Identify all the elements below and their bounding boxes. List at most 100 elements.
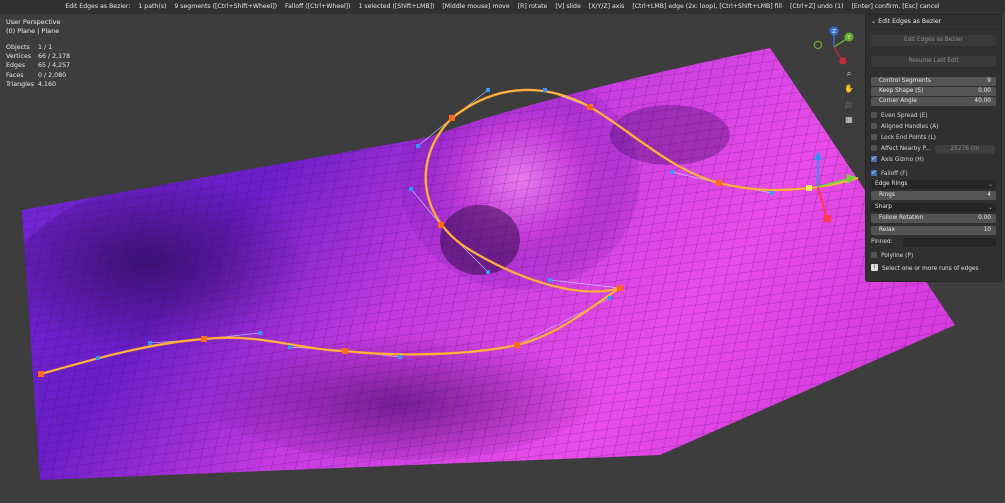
stat-row: Objects 1 / 1 [6,43,70,52]
checkbox-icon [871,111,877,118]
stat-row: Triangles 4,160 [6,80,70,89]
status-slide: [V] slide [555,3,581,10]
control-point [716,180,722,186]
control-point [201,336,207,342]
collapse-icon[interactable]: ⌄ [871,18,876,25]
even-spread-checkbox[interactable]: Even Spread (E) [871,111,928,121]
z-axis-label: Z [832,29,836,35]
viewport-info: User Perspective (0) Plane | Plane [6,18,61,36]
status-axis: [X/Y/Z] axis [588,3,625,10]
stat-value: 65 / 4,257 [38,62,71,70]
view-mode-label: User Perspective [6,18,61,26]
field-label: Rings [879,192,896,198]
panel-header[interactable]: ⌄ Edit Edges as Bezier [866,15,1001,30]
polyline-checkbox[interactable]: Polyline (P) [871,251,914,261]
rings-field[interactable]: Rings 4 [871,191,996,200]
y-axis-label: Y [846,35,851,41]
pinned-label: Pinned: [871,239,893,245]
falloff-shape-dropdown[interactable]: Sharp ⌄ [871,203,996,212]
info-text: Select one or more runs of edges [882,266,979,272]
checkbox-icon [871,168,877,177]
checkbox-label: Affect Nearby P... [881,146,931,152]
checkbox-label: Even Spread (E) [881,113,928,119]
status-edge: [Ctrl+LMB] edge (2x: loop), [Ctrl+Shift+… [632,3,783,10]
field-value: 0.00 [978,215,991,221]
resume-last-edit-button[interactable]: Resume Last Edit [871,56,996,67]
control-point [438,222,444,228]
checkbox-icon [871,133,877,140]
affect-nearby-checkbox[interactable]: Affect Nearby P... [871,144,931,154]
active-object-label: (0) Plane | Plane [6,27,60,35]
aligned-handles-checkbox[interactable]: Aligned Handles (A) [871,122,939,132]
stat-label: Triangles [6,80,35,88]
checkbox-icon [871,251,877,258]
pinned-field[interactable] [903,238,996,247]
stat-label: Faces [6,71,24,79]
statistics-overlay: Objects 1 / 1 Vertices 66 / 2,178 Edges 65 … [6,43,70,89]
stat-label: Edges [6,62,26,70]
dropdown-value: Edge Rings [875,181,908,187]
edit-edges-button[interactable]: Edit Edges as Bezier [871,35,996,46]
control-point [587,104,593,110]
field-label: Relax [879,227,895,233]
stat-label: Vertices [6,53,32,61]
stat-label: Objects [6,44,30,51]
status-title: Edit Edges as Bezier: [65,3,131,10]
stat-value: 0 / 2,080 [38,71,67,79]
follow-rotation-field[interactable]: Follow Rotation 0.00 [871,214,996,223]
neg-y-axis-icon [813,40,823,50]
status-segments: 9 segments ([Ctrl+Shift+Wheel]) [174,3,278,10]
control-point [514,342,520,348]
field-value: 10 [983,227,991,233]
camera-icon[interactable]: 🎥 [843,99,855,111]
pan-icon[interactable]: ✋ [843,83,855,95]
control-point [449,115,455,121]
3d-viewport[interactable]: Edit Edges as Bezier: 1 path(s) 9 segmen… [0,0,1005,503]
field-value: 0.00 [978,88,991,94]
checkbox-icon [871,144,877,151]
panel-title: Edit Edges as Bezier [878,18,942,25]
field-label: Corner Angle [879,98,917,104]
stat-row: Edges 65 / 4,257 [6,61,70,70]
info-message: i Select one or more runs of edges [871,264,979,274]
status-move: [Middle mouse] move [442,3,510,10]
chevron-down-icon: ⌄ [987,204,993,211]
control-segments-field[interactable]: Control Segments 9 [871,77,996,86]
stat-value: 66 / 2,178 [38,53,71,61]
grid-icon[interactable]: ▦ [843,114,855,126]
control-point [617,285,623,291]
checkbox-label: Polyline (P) [881,253,914,259]
field-value: 4 [987,192,991,198]
falloff-mode-dropdown[interactable]: Edge Rings ⌄ [871,180,996,189]
checkbox-label: Falloff (F) [881,171,908,177]
stat-row: Vertices 66 / 2,178 [6,52,70,61]
info-icon: i [871,264,878,271]
operator-panel: ⌄ Edit Edges as Bezier Edit Edges as Bez… [865,14,1002,282]
field-value: 40.00 [974,98,991,104]
checkbox-icon [871,122,877,129]
stat-value: 4,160 [38,80,57,88]
checkbox-label: Aligned Handles (A) [881,124,939,130]
chevron-down-icon: ⌄ [987,181,993,188]
control-point [342,348,348,354]
stat-row: Faces 0 / 2,080 [6,71,70,80]
status-falloff: Falloff ([Ctrl+Wheel]) [285,3,351,10]
axis-gizmo-checkbox[interactable]: Axis Gizmo (H) [871,154,924,165]
x-axis-icon [839,57,847,65]
falloff-checkbox[interactable]: Falloff (F) [871,168,908,179]
keep-shape-field[interactable]: Keep Shape (S) 0.00 [871,87,996,96]
checkbox-label: Lock End Points (L) [881,135,936,141]
field-label: Keep Shape (S) [879,88,924,94]
lock-end-points-checkbox[interactable]: Lock End Points (L) [871,133,936,143]
control-point [38,371,44,377]
control-point-selected [806,185,812,191]
relax-field[interactable]: Relax 10 [871,226,996,235]
status-selected: 1 selected ([Shift+LMB]) [358,3,435,10]
status-rotate: [R] rotate [517,3,548,10]
field-label: Control Segments [879,78,931,84]
dropdown-value: Sharp [875,204,892,210]
zoom-icon[interactable]: ⌕ [843,68,855,80]
corner-angle-field[interactable]: Corner Angle 40.00 [871,97,996,106]
affect-nearby-distance-field[interactable]: 25276 cm [935,145,995,154]
field-value: 9 [987,78,991,84]
